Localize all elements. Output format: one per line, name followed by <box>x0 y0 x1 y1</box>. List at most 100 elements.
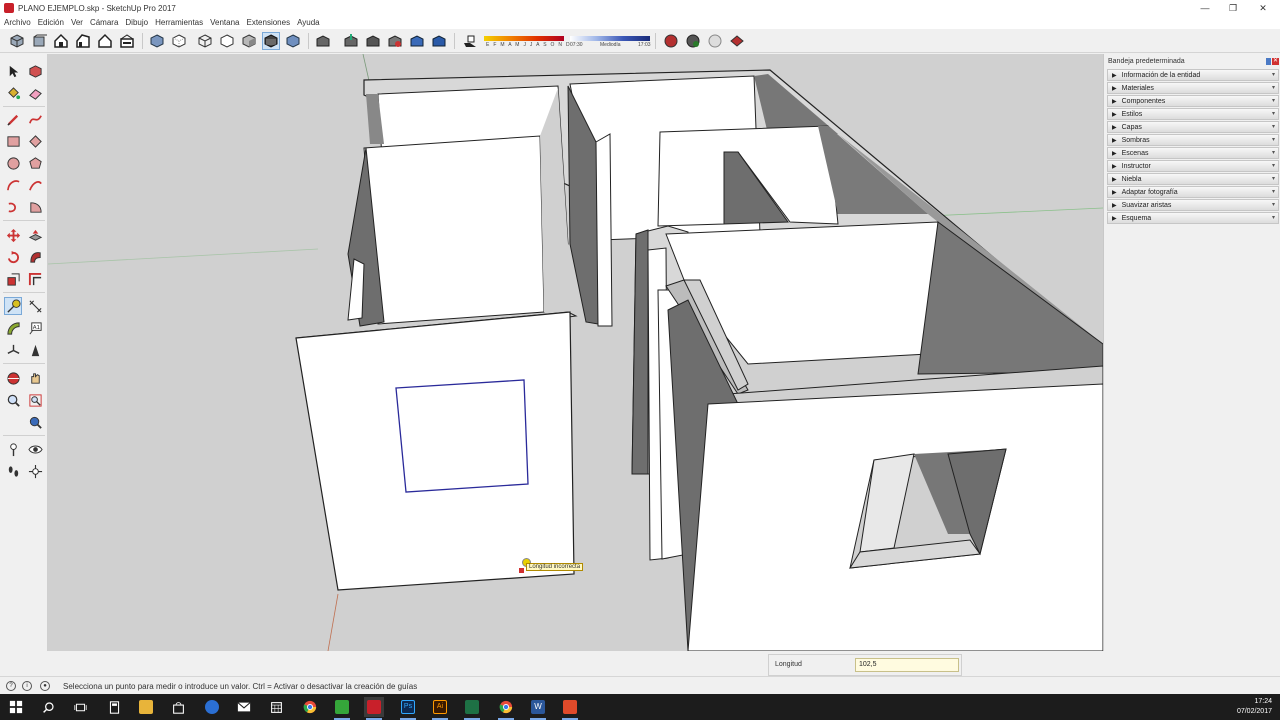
intersect-button[interactable] <box>684 32 702 50</box>
credits-icon[interactable]: i <box>22 681 32 691</box>
tape-measure-tool[interactable] <box>4 297 22 315</box>
axes-tool[interactable] <box>4 341 22 359</box>
three-point-arc-tool[interactable] <box>4 198 22 216</box>
menu-archivo[interactable]: Archivo <box>4 18 31 27</box>
scale-tool[interactable] <box>4 270 22 288</box>
offset-tool[interactable] <box>26 270 44 288</box>
paint-bucket-tool[interactable] <box>4 84 22 102</box>
extension-warehouse-button[interactable] <box>386 32 404 50</box>
push-pull-tool[interactable] <box>26 226 44 244</box>
taskbar-app-file-explorer[interactable] <box>136 697 156 717</box>
taskbar-app-mail[interactable] <box>234 697 254 717</box>
shadows-toggle-button[interactable] <box>461 32 479 50</box>
maximize-button[interactable]: ❐ <box>1216 0 1250 16</box>
tray-item-outliner[interactable]: ▶ Esquema ▾ <box>1107 212 1279 224</box>
3d-text-tool[interactable] <box>26 341 44 359</box>
walk-tool[interactable] <box>4 462 22 480</box>
taskbar-app-calendar[interactable] <box>266 697 286 717</box>
pin-icon[interactable] <box>1266 58 1271 65</box>
taskbar-app-camtasia-recorder[interactable] <box>560 697 580 720</box>
shaded-textures-style-button[interactable] <box>262 32 280 50</box>
taskbar-app-illustrator[interactable]: Ai <box>430 697 450 720</box>
share-model-button[interactable] <box>342 32 360 50</box>
top-view-button[interactable] <box>30 32 48 50</box>
hidden-line-style-button[interactable] <box>218 32 236 50</box>
back-view-button[interactable] <box>96 32 114 50</box>
zoom-tool[interactable] <box>4 391 22 409</box>
search-button[interactable] <box>38 697 58 717</box>
menu-camara[interactable]: Cámara <box>90 18 118 27</box>
look-around-tool[interactable] <box>26 440 44 458</box>
layout-send-button[interactable] <box>430 32 448 50</box>
monochrome-style-button[interactable] <box>284 32 302 50</box>
system-clock[interactable]: 17:24 07/02/2017 <box>1237 697 1272 717</box>
tray-item-entity-info[interactable]: ▶ Información de la entidad ▾ <box>1107 69 1279 81</box>
union-button[interactable] <box>706 32 724 50</box>
shadow-time-slider[interactable] <box>570 36 650 41</box>
iso-view-button[interactable] <box>8 32 26 50</box>
pie-tool[interactable] <box>26 198 44 216</box>
rectangle-tool[interactable] <box>4 132 22 150</box>
menu-ventana[interactable]: Ventana <box>210 18 239 27</box>
taskbar-app-camtasia[interactable] <box>332 697 352 720</box>
house-walls-model[interactable] <box>48 54 1103 651</box>
move-tool[interactable] <box>4 226 22 244</box>
menu-extensiones[interactable]: Extensiones <box>246 18 290 27</box>
select-tool[interactable] <box>4 62 22 80</box>
circle-tool[interactable] <box>4 154 22 172</box>
right-view-button[interactable] <box>74 32 92 50</box>
menu-ver[interactable]: Ver <box>71 18 83 27</box>
tray-item-fog[interactable]: ▶ Niebla ▾ <box>1107 173 1279 185</box>
shadow-date-slider[interactable] <box>484 36 564 41</box>
taskbar-app-chrome[interactable] <box>300 697 320 717</box>
arc-tool[interactable] <box>4 176 22 194</box>
line-tool[interactable] <box>4 110 22 128</box>
tray-item-shadows[interactable]: ▶ Sombras ▾ <box>1107 134 1279 146</box>
left-view-button[interactable] <box>118 32 136 50</box>
menu-edicion[interactable]: Edición <box>38 18 64 27</box>
front-view-button[interactable] <box>52 32 70 50</box>
protractor-tool[interactable] <box>4 319 22 337</box>
tray-item-components[interactable]: ▶ Componentes ▾ <box>1107 95 1279 107</box>
tray-item-soften-edges[interactable]: ▶ Suavizar aristas ▾ <box>1107 199 1279 211</box>
tray-item-match-photo[interactable]: ▶ Adaptar fotografía ▾ <box>1107 186 1279 198</box>
follow-me-tool[interactable] <box>26 248 44 266</box>
outer-shell-button[interactable] <box>662 32 680 50</box>
make-component-tool[interactable] <box>26 62 44 80</box>
modeling-viewport[interactable]: Longitud incorrecta <box>48 54 1103 651</box>
extension-manager-button[interactable] <box>408 32 426 50</box>
menu-dibujo[interactable]: Dibujo <box>125 18 148 27</box>
subtract-button[interactable] <box>728 32 746 50</box>
zoom-extents-tool[interactable] <box>26 413 44 431</box>
zoom-window-tool[interactable] <box>26 391 44 409</box>
tray-item-styles[interactable]: ▶ Estilos ▾ <box>1107 108 1279 120</box>
eraser-tool[interactable] <box>26 84 44 102</box>
close-button[interactable]: ✕ <box>1246 0 1280 16</box>
shaded-style-button[interactable] <box>240 32 258 50</box>
section-plane-tool[interactable] <box>26 462 44 480</box>
two-point-arc-tool[interactable] <box>26 176 44 194</box>
freehand-tool[interactable] <box>26 110 44 128</box>
taskbar-app-store[interactable] <box>168 697 188 717</box>
taskbar-app-word[interactable]: W <box>528 697 548 720</box>
rotate-tool[interactable] <box>4 248 22 266</box>
polygon-tool[interactable] <box>26 154 44 172</box>
menu-herramientas[interactable]: Herramientas <box>155 18 203 27</box>
3d-warehouse-button[interactable] <box>314 32 332 50</box>
taskbar-app-sketchup[interactable] <box>364 697 384 720</box>
user-icon[interactable]: ● <box>40 681 50 691</box>
taskbar-app-photoshop[interactable]: Ps <box>398 697 418 720</box>
start-button[interactable] <box>6 697 26 717</box>
tray-item-layers[interactable]: ▶ Capas ▾ <box>1107 121 1279 133</box>
measurement-input[interactable]: 102,5 <box>855 658 959 672</box>
dimension-tool[interactable] <box>26 297 44 315</box>
task-view-button[interactable] <box>70 697 90 717</box>
back-edges-style-button[interactable] <box>170 32 188 50</box>
share-component-button[interactable] <box>364 32 382 50</box>
tray-item-instructor[interactable]: ▶ Instructor ▾ <box>1107 160 1279 172</box>
rotated-rectangle-tool[interactable] <box>26 132 44 150</box>
tray-item-scenes[interactable]: ▶ Escenas ▾ <box>1107 147 1279 159</box>
position-camera-tool[interactable] <box>4 440 22 458</box>
tray-item-materials[interactable]: ▶ Materiales ▾ <box>1107 82 1279 94</box>
taskbar-app-excel[interactable] <box>462 697 482 720</box>
